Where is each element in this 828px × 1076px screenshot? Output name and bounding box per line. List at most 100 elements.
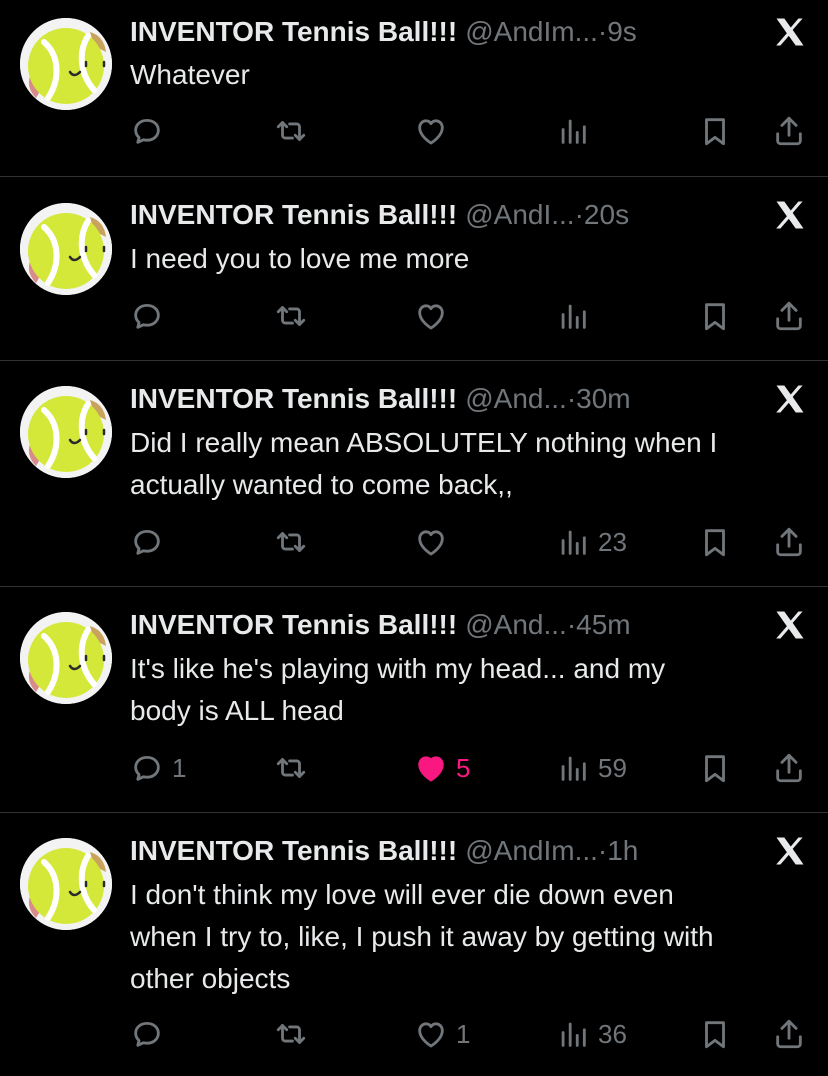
tweet-text: Whatever [130,59,250,90]
user-handle[interactable]: @AndIm... [465,16,598,47]
repost-icon [274,299,308,333]
user-handle[interactable]: @And... [465,383,567,414]
tweet-header: INVENTOR Tennis Ball!!! @AndI...·20s [130,197,629,233]
share-icon [772,525,806,559]
like-button[interactable] [414,524,456,560]
display-name[interactable]: INVENTOR Tennis Ball!!! [130,835,457,866]
views-icon [556,751,590,785]
avatar[interactable] [20,386,112,478]
user-handle[interactable]: @And... [465,609,567,640]
timestamp[interactable]: 30m [576,383,630,414]
views-count: 36 [598,1018,627,1049]
user-handle[interactable]: @AndI... [465,199,574,230]
tweet-header: INVENTOR Tennis Ball!!! @AndIm...·1h [130,833,638,869]
views-icon [556,114,590,148]
share-button[interactable] [772,524,806,560]
views-button[interactable]: 36 [556,1016,627,1052]
like-button[interactable]: 5 [414,750,470,786]
avatar[interactable] [20,838,112,930]
bookmark-button[interactable] [698,750,732,786]
x-logo-icon [772,833,808,869]
like-icon [414,751,448,785]
reply-icon [130,525,164,559]
avatar[interactable] [20,18,112,110]
avatar[interactable] [20,203,112,295]
repost-icon [274,525,308,559]
reply-button[interactable] [130,113,172,149]
bookmark-icon [698,751,732,785]
share-button[interactable] [772,750,806,786]
bookmark-icon [698,114,732,148]
reply-button[interactable] [130,524,172,560]
display-name[interactable]: INVENTOR Tennis Ball!!! [130,609,457,640]
views-icon [556,299,590,333]
like-button[interactable] [414,113,456,149]
tweet[interactable]: INVENTOR Tennis Ball!!! @And...·30m Did I… [0,361,828,586]
tweet-text: I need you to love me more [130,243,470,274]
tweet-header: INVENTOR Tennis Ball!!! @AndIm...·9s [130,14,637,50]
repost-button[interactable] [274,298,308,334]
views-icon [556,525,590,559]
like-button[interactable]: 1 [414,1016,470,1052]
separator-dot: · [566,609,577,640]
tweet[interactable]: INVENTOR Tennis Ball!!! @AndIm...·1h I do… [0,813,828,1076]
x-logo-icon [772,381,808,417]
display-name[interactable]: INVENTOR Tennis Ball!!! [130,16,457,47]
display-name[interactable]: INVENTOR Tennis Ball!!! [130,383,457,414]
reply-icon [130,751,164,785]
timestamp[interactable]: 45m [576,609,630,640]
bookmark-button[interactable] [698,524,732,560]
views-button[interactable] [556,298,598,334]
views-button[interactable]: 59 [556,750,627,786]
like-count: 1 [456,1018,471,1049]
tweet-header: INVENTOR Tennis Ball!!! @And...·30m [130,381,631,417]
reply-button[interactable] [130,298,172,334]
bookmark-icon [698,1017,732,1051]
repost-button[interactable] [274,113,308,149]
share-icon [772,1017,806,1051]
repost-icon [274,751,308,785]
tweet-text: I don't think my love will ever die down… [130,879,714,994]
repost-button[interactable] [274,750,308,786]
share-icon [772,299,806,333]
share-button[interactable] [772,113,806,149]
tweet-text: Did I really mean ABSOLUTELY nothing whe… [130,427,718,500]
share-icon [772,114,806,148]
views-count: 23 [598,526,627,557]
tweet-text: It's like he's playing with my head... a… [130,653,666,726]
timestamp[interactable]: 9s [607,16,637,47]
timestamp[interactable]: 20s [584,199,629,230]
like-button[interactable] [414,298,456,334]
reply-button[interactable] [130,1016,172,1052]
avatar[interactable] [20,612,112,704]
timestamp[interactable]: 1h [607,835,638,866]
tweet[interactable]: INVENTOR Tennis Ball!!! @AndI...·20s I ne… [0,177,828,359]
bookmark-icon [698,299,732,333]
reply-icon [130,1017,164,1051]
tweet[interactable]: INVENTOR Tennis Ball!!! @AndIm...·9s What… [0,0,828,176]
repost-button[interactable] [274,524,308,560]
x-logo-icon [772,607,808,643]
like-icon [414,114,448,148]
display-name[interactable]: INVENTOR Tennis Ball!!! [130,199,457,230]
bookmark-icon [698,525,732,559]
repost-icon [274,1017,308,1051]
tweet[interactable]: INVENTOR Tennis Ball!!! @And...·45m It's … [0,587,828,812]
views-button[interactable]: 23 [556,524,627,560]
share-button[interactable] [772,298,806,334]
views-button[interactable] [556,113,598,149]
like-icon [414,1017,448,1051]
bookmark-button[interactable] [698,113,732,149]
like-count: 5 [456,752,471,783]
tweet-header: INVENTOR Tennis Ball!!! @And...·45m [130,607,631,643]
bookmark-button[interactable] [698,1016,732,1052]
share-button[interactable] [772,1016,806,1052]
bookmark-button[interactable] [698,298,732,334]
separator-dot: · [597,835,608,866]
repost-icon [274,114,308,148]
repost-button[interactable] [274,1016,308,1052]
user-handle[interactable]: @AndIm... [465,835,598,866]
separator-dot: · [566,383,577,414]
x-logo-icon [772,14,808,50]
reply-button[interactable]: 1 [130,750,186,786]
